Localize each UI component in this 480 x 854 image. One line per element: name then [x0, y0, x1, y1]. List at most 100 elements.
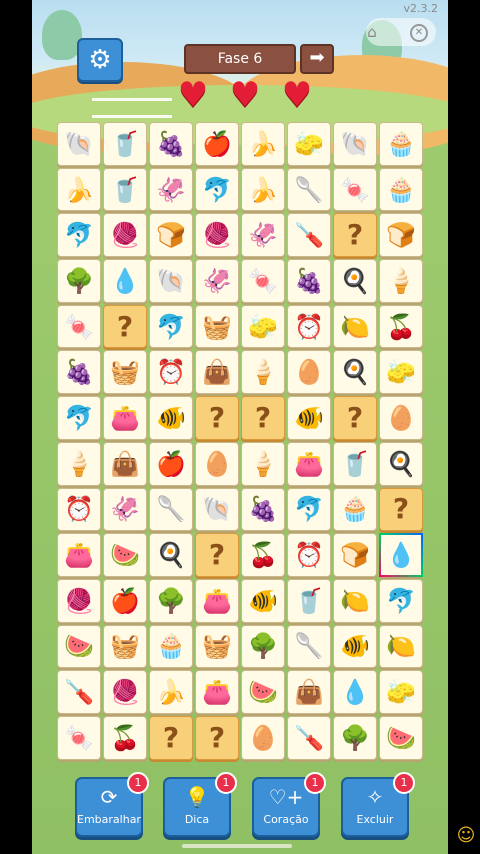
tile-cup[interactable]: 🥤 — [333, 441, 377, 486]
tile-egg[interactable]: 🥚 — [195, 441, 239, 486]
tile-spoon[interactable]: 🥄 — [287, 167, 331, 212]
tile-melon[interactable]: 🍉 — [57, 624, 101, 669]
tile-grapes[interactable]: 🍇 — [149, 122, 193, 166]
tile-cupcake[interactable]: 🧁 — [333, 487, 377, 532]
tile-dolphin[interactable]: 🐬 — [195, 167, 239, 212]
tile-popsicle[interactable]: 🍦 — [379, 259, 423, 303]
tile-drop[interactable]: 💧 — [103, 259, 147, 303]
tile-drop[interactable]: 💧 — [333, 670, 377, 714]
tile-purse[interactable]: 👛 — [103, 396, 147, 440]
settings-button[interactable]: ⚙ — [77, 38, 123, 82]
tile-dolphin[interactable]: 🐬 — [57, 213, 101, 258]
tile-purse[interactable]: 👛 — [287, 441, 331, 486]
tile-squid[interactable]: 🦑 — [149, 167, 193, 212]
tile-popsicle[interactable]: 🍦 — [241, 441, 285, 486]
remove-button[interactable]: ✧ Excluir 1 — [341, 772, 415, 837]
tile-purse[interactable]: 👛 — [195, 578, 239, 623]
tile-egg[interactable]: 🥚 — [379, 396, 423, 440]
tile-apple[interactable]: 🍎 — [149, 441, 193, 486]
tile-screwdriver[interactable]: 🪛 — [287, 213, 331, 258]
tile-purse[interactable]: 👛 — [57, 533, 101, 577]
tile-cupcake[interactable]: 🧁 — [149, 624, 193, 669]
tile-fish[interactable]: 🐠 — [333, 624, 377, 669]
tile-cherry[interactable]: 🍒 — [241, 533, 285, 577]
tile-pan[interactable]: 🍳 — [333, 350, 377, 395]
tile-cherry[interactable]: 🍒 — [379, 304, 423, 349]
tile-yarn[interactable]: 🧶 — [103, 670, 147, 714]
hidden-tile[interactable]: ? — [103, 304, 147, 349]
tile-clock[interactable]: ⏰ — [57, 487, 101, 532]
tile-shell[interactable]: 🐚 — [333, 122, 377, 166]
tile-apple[interactable]: 🍎 — [195, 122, 239, 166]
tile-basket[interactable]: 🧺 — [195, 624, 239, 669]
shuffle-button[interactable]: ⟳ Embaralhar 1 — [75, 772, 149, 837]
hidden-tile[interactable]: ? — [195, 396, 239, 440]
tile-grapes[interactable]: 🍇 — [57, 350, 101, 395]
tile-clock[interactable]: ⏰ — [287, 533, 331, 577]
hidden-tile[interactable]: ? — [333, 396, 377, 440]
tile-cupcake[interactable]: 🧁 — [379, 167, 423, 212]
tile-egg[interactable]: 🥚 — [241, 715, 285, 760]
hidden-tile[interactable]: ? — [333, 213, 377, 258]
heart-button[interactable]: ♡+ Coração 1 — [252, 772, 326, 837]
tile-dolphin[interactable]: 🐬 — [379, 578, 423, 623]
tile-sponge[interactable]: 🧽 — [287, 122, 331, 166]
tile-bread[interactable]: 🍞 — [333, 533, 377, 577]
tile-purse[interactable]: 👛 — [195, 670, 239, 714]
hidden-tile[interactable]: ? — [379, 487, 423, 532]
tile-fish[interactable]: 🐠 — [149, 396, 193, 440]
tile-cup[interactable]: 🥤 — [103, 167, 147, 212]
tile-shell[interactable]: 🐚 — [195, 487, 239, 532]
tile-dolphin[interactable]: 🐬 — [149, 304, 193, 349]
tile-apple[interactable]: 🍎 — [103, 578, 147, 623]
tile-shell[interactable]: 🐚 — [149, 259, 193, 303]
tile-cherry[interactable]: 🍒 — [103, 715, 147, 760]
tile-candy[interactable]: 🍬 — [57, 715, 101, 760]
tile-yarn[interactable]: 🧶 — [195, 213, 239, 258]
tile-melon[interactable]: 🍉 — [379, 715, 423, 760]
tile-melon[interactable]: 🍉 — [103, 533, 147, 577]
tile-candy[interactable]: 🍬 — [241, 259, 285, 303]
tile-tree[interactable]: 🌳 — [241, 624, 285, 669]
tile-pan[interactable]: 🍳 — [379, 441, 423, 486]
hidden-tile[interactable]: ? — [195, 533, 239, 577]
tile-candy[interactable]: 🍬 — [333, 167, 377, 212]
tile-pan[interactable]: 🍳 — [333, 259, 377, 303]
tile-bread[interactable]: 🍞 — [379, 213, 423, 258]
tile-screwdriver[interactable]: 🪛 — [287, 715, 331, 760]
tile-squid[interactable]: 🦑 — [195, 259, 239, 303]
tile-fish[interactable]: 🐠 — [241, 578, 285, 623]
tile-yarn[interactable]: 🧶 — [57, 578, 101, 623]
tile-spoon[interactable]: 🥄 — [287, 624, 331, 669]
tile-banana[interactable]: 🍌 — [241, 167, 285, 212]
tile-tree[interactable]: 🌳 — [149, 578, 193, 623]
next-level-button[interactable]: ➡ — [300, 44, 334, 74]
tile-sack[interactable]: 👜 — [103, 441, 147, 486]
tile-clock[interactable]: ⏰ — [287, 304, 331, 349]
tile-popsicle[interactable]: 🍦 — [241, 350, 285, 395]
tile-sponge[interactable]: 🧽 — [379, 350, 423, 395]
tile-sack[interactable]: 👜 — [287, 670, 331, 714]
tile-banana[interactable]: 🍌 — [149, 670, 193, 714]
tile-tree[interactable]: 🌳 — [333, 715, 377, 760]
tile-cup[interactable]: 🥤 — [103, 122, 147, 166]
tile-drop[interactable]: 💧 — [379, 533, 423, 577]
home-icon[interactable]: ⌂ — [362, 22, 382, 42]
tile-pan[interactable]: 🍳 — [149, 533, 193, 577]
tile-grapes[interactable]: 🍇 — [287, 259, 331, 303]
tile-bread[interactable]: 🍞 — [149, 213, 193, 258]
tile-lemon[interactable]: 🍋 — [333, 578, 377, 623]
tile-banana[interactable]: 🍌 — [57, 167, 101, 212]
tile-tree[interactable]: 🌳 — [57, 259, 101, 303]
tile-cupcake[interactable]: 🧁 — [379, 122, 423, 166]
tile-sack[interactable]: 👜 — [195, 350, 239, 395]
tile-sponge[interactable]: 🧽 — [379, 670, 423, 714]
tile-yarn[interactable]: 🧶 — [103, 213, 147, 258]
tile-lemon[interactable]: 🍋 — [379, 624, 423, 669]
tile-basket[interactable]: 🧺 — [195, 304, 239, 349]
tile-dolphin[interactable]: 🐬 — [57, 396, 101, 440]
hidden-tile[interactable]: ? — [149, 715, 193, 760]
tile-screwdriver[interactable]: 🪛 — [57, 670, 101, 714]
close-icon[interactable]: ✕ — [410, 24, 428, 42]
tile-clock[interactable]: ⏰ — [149, 350, 193, 395]
